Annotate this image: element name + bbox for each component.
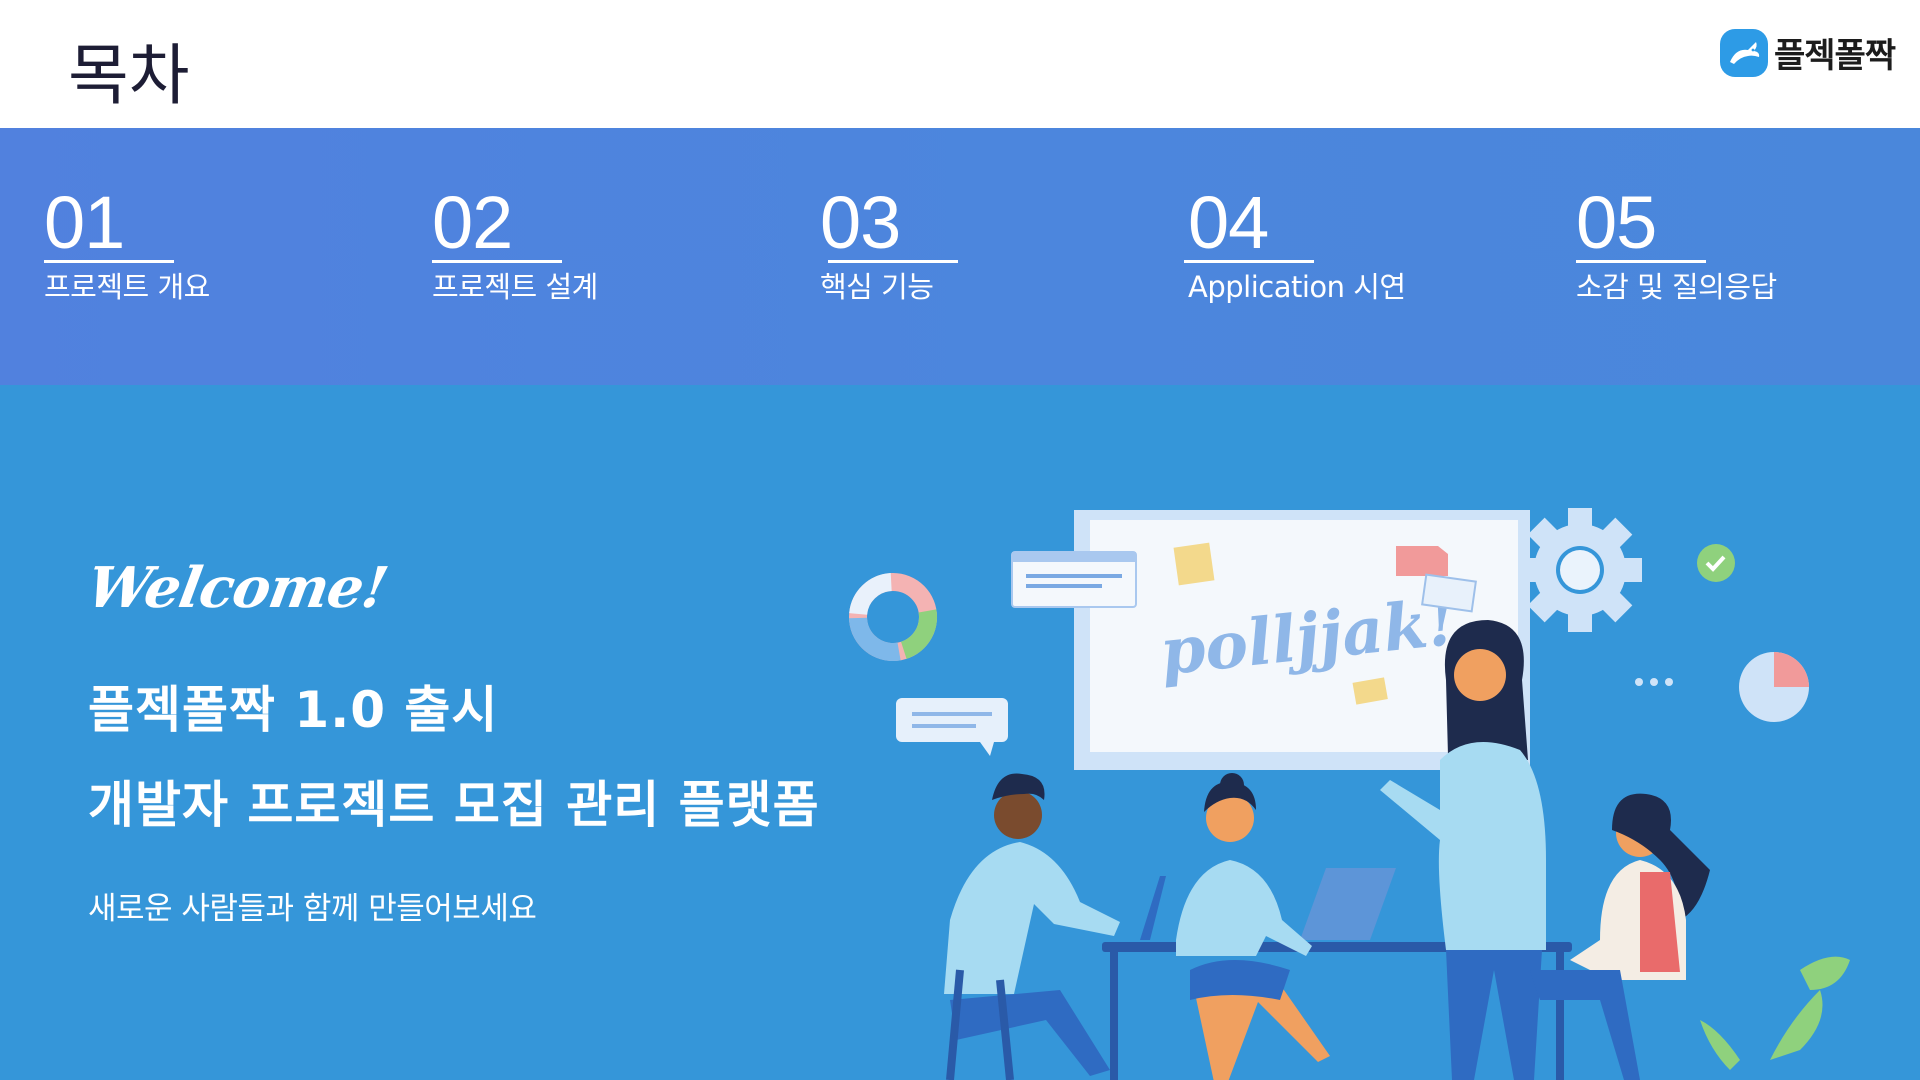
toc-band: 01 프로젝트 개요 02 프로젝트 설계 03 핵심 기능 04 Applic… (0, 128, 1920, 385)
laptop (1300, 868, 1396, 940)
rabbit-logo-icon (1720, 28, 1768, 77)
header: 목차 플젝폴짝 (0, 0, 1920, 128)
note-icon (1421, 573, 1477, 613)
toc-number: 04 (1188, 181, 1269, 264)
logo-text: 플젝폴짝 (1774, 36, 1896, 76)
toc-number: 01 (44, 181, 125, 264)
chat-bubble-icon (896, 698, 1008, 756)
person-illustration (1352, 620, 1546, 1080)
toc-item-overview[interactable]: 01 프로젝트 개요 (44, 181, 210, 307)
check-icon (1697, 544, 1735, 582)
toc-label: 프로젝트 설계 (432, 270, 598, 304)
toc-item-features[interactable]: 03 핵심 기능 (820, 181, 958, 307)
toc-label: Application 시연 (1188, 270, 1406, 304)
person-illustration (944, 773, 1120, 1080)
toc-label: 소감 및 질의응답 (1576, 270, 1777, 304)
donut-chart-icon (849, 573, 937, 661)
welcome-heading: Welcome! (82, 555, 392, 621)
toc-number: 03 (820, 181, 901, 264)
toc-number: 02 (432, 181, 513, 264)
laptop (1140, 876, 1166, 940)
plant-illustration (1700, 956, 1850, 1070)
toc-label: 핵심 기능 (820, 270, 934, 304)
platform-heading: 개발자 프로젝트 모집 관리 플랫폼 (88, 776, 820, 834)
team-illustration: polljjak! (849, 508, 1850, 1080)
toc-item-demo[interactable]: 04 Application 시연 (1184, 181, 1406, 307)
release-heading: 플젝폴짝 1.0 출시 (88, 681, 499, 739)
page-title: 목차 (68, 37, 190, 114)
gear-icon (1518, 508, 1642, 632)
toc-number: 05 (1576, 181, 1657, 264)
note-icon (1173, 542, 1215, 586)
hero-banner: Welcome! 플젝폴짝 1.0 출시 개발자 프로젝트 모집 관리 플랫폼 … (0, 385, 1920, 1080)
pie-chart-icon (1739, 652, 1809, 722)
note-icon (1396, 546, 1448, 576)
toc-label: 프로젝트 개요 (44, 270, 210, 304)
hero-subtitle: 새로운 사람들과 함께 만들어보세요 (88, 891, 537, 927)
toc-item-design[interactable]: 02 프로젝트 설계 (432, 181, 598, 307)
logo[interactable]: 플젝폴짝 (1720, 28, 1896, 77)
toc-item-qna[interactable]: 05 소감 및 질의응답 (1576, 181, 1777, 307)
